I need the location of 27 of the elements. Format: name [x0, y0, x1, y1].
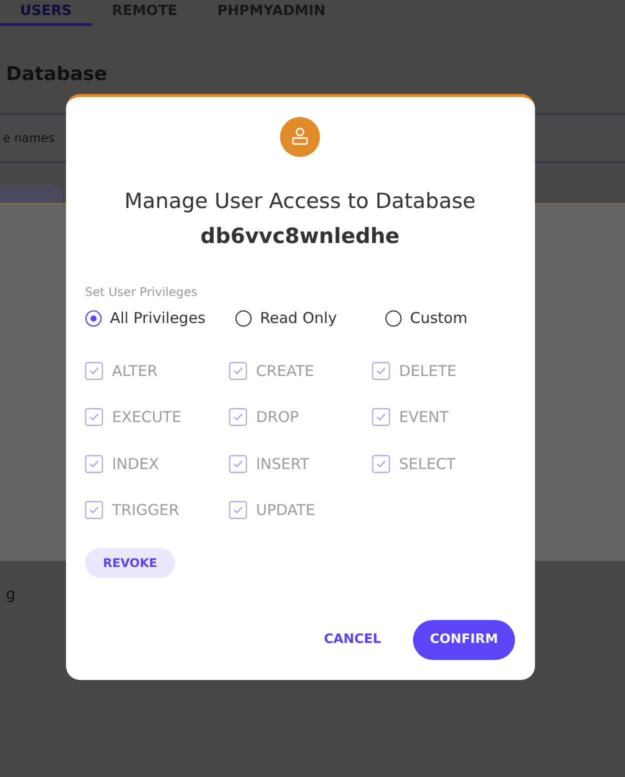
radio-label: All Privileges — [110, 308, 206, 329]
checkbox-label: SELECT — [399, 454, 456, 474]
confirm-button[interactable]: CONFIRM — [413, 620, 515, 660]
checkbox-label: ALTER — [112, 360, 158, 382]
checkbox-label: INSERT — [256, 454, 310, 474]
database-name: db6vvc8wnledhe — [199, 223, 401, 250]
radio-button[interactable] — [85, 310, 102, 327]
user-icon — [280, 117, 320, 157]
checkbox-label: TRIGGER — [112, 500, 180, 521]
revoke-button[interactable]: REVOKE — [85, 548, 176, 578]
radio-button[interactable] — [235, 310, 252, 327]
page-heading: Database — [6, 62, 108, 87]
radio-label: Custom — [410, 308, 468, 329]
checkbox-label: EXECUTE — [112, 407, 182, 428]
radio-button[interactable] — [385, 310, 402, 327]
checkbox-label: DROP — [256, 407, 299, 428]
checkbox-label: DELETE — [399, 360, 457, 382]
checkbox-label: CREATE — [256, 360, 314, 382]
section-label: Set User Privileges — [85, 284, 198, 301]
radio-label: Read Only — [260, 308, 337, 329]
cancel-button[interactable]: CANCEL — [324, 630, 381, 650]
checkbox-label: INDEX — [112, 454, 159, 474]
tab-pill — [0, 184, 62, 202]
checkbox-label: UPDATE — [256, 500, 316, 521]
checkbox-label: EVENT — [399, 407, 449, 428]
dialog-title: Manage User Access to Database — [123, 188, 477, 215]
page-text: g — [6, 584, 17, 604]
